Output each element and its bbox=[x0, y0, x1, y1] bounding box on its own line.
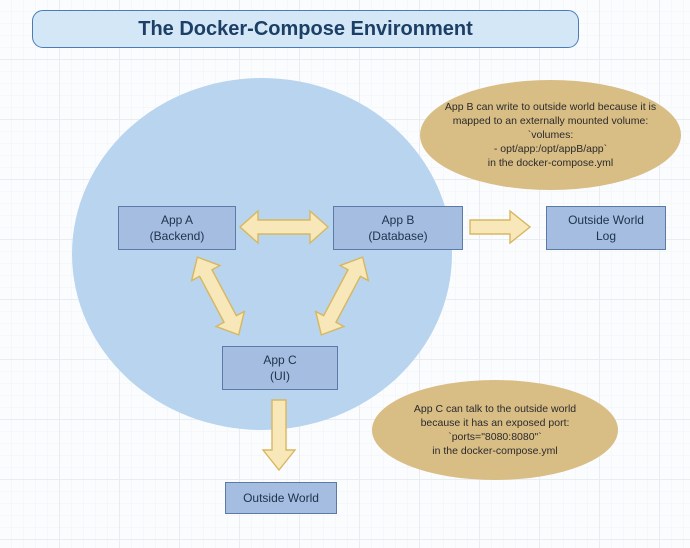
node-outside-world: Outside World bbox=[225, 482, 337, 514]
diagram-title: The Docker-Compose Environment bbox=[32, 10, 579, 48]
callout-bot-l4: in the docker-compose.yml bbox=[432, 444, 557, 458]
node-app-b: App B (Database) bbox=[333, 206, 463, 250]
callout-top-l4: - opt/app:/opt/appB/app` bbox=[494, 142, 607, 156]
node-app-a: App A (Backend) bbox=[118, 206, 236, 250]
callout-top-l3: `volumes: bbox=[528, 128, 574, 142]
callout-top-l5: in the docker-compose.yml bbox=[488, 156, 613, 170]
node-outside-world-log: Outside World Log bbox=[546, 206, 666, 250]
callout-bot-l3: `ports="8080:8080"` bbox=[448, 430, 542, 444]
node-app-c-sub: (UI) bbox=[270, 368, 290, 384]
node-app-b-title: App B bbox=[382, 212, 415, 228]
callout-top-l2: mapped to an externally mounted volume: bbox=[453, 114, 649, 128]
callout-appb-volume: App B can write to outside world because… bbox=[420, 80, 681, 190]
outside-world-l1: Outside World bbox=[243, 490, 319, 506]
arrow-appb-outsidelog bbox=[470, 211, 530, 243]
outside-log-l2: Log bbox=[596, 228, 616, 244]
node-app-a-title: App A bbox=[161, 212, 193, 228]
callout-bot-l1: App C can talk to the outside world bbox=[414, 402, 576, 416]
node-app-c-title: App C bbox=[263, 352, 296, 368]
node-app-a-sub: (Backend) bbox=[150, 228, 205, 244]
node-app-c: App C (UI) bbox=[222, 346, 338, 390]
callout-bot-l2: because it has an exposed port: bbox=[421, 416, 570, 430]
callout-appc-port: App C can talk to the outside world beca… bbox=[372, 380, 618, 480]
callout-top-l1: App B can write to outside world because… bbox=[445, 100, 656, 114]
outside-log-l1: Outside World bbox=[568, 212, 644, 228]
node-app-b-sub: (Database) bbox=[368, 228, 427, 244]
